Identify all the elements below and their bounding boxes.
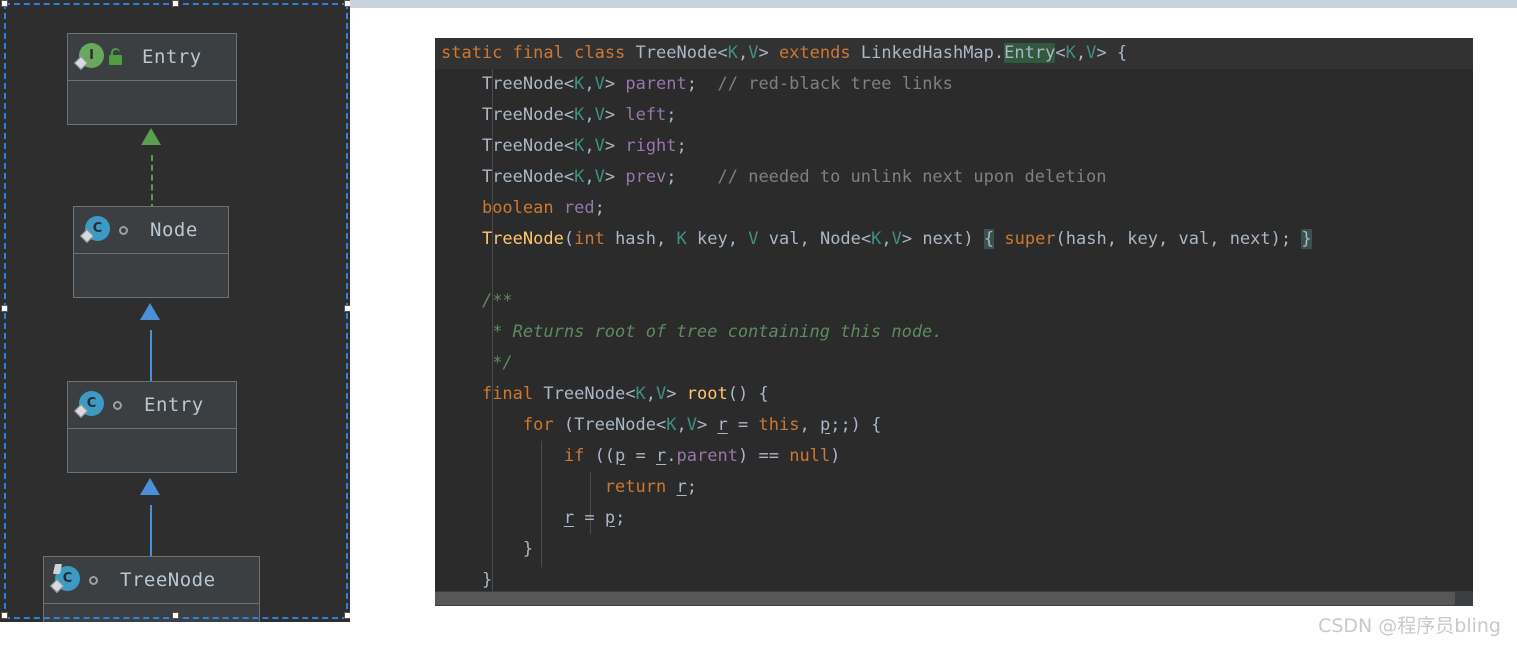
selection-handle-middle-left[interactable] <box>1 305 8 312</box>
code-line[interactable]: /** <box>435 286 1473 317</box>
interface-icon: I <box>73 43 104 71</box>
uml-class-box-entry-interface[interactable]: I Entry <box>67 33 237 125</box>
relation-entry-extends-node-arrowhead <box>140 303 160 320</box>
relation-node-implements-entry-arrowhead <box>141 128 161 145</box>
code-line[interactable]: boolean red; <box>435 193 1473 224</box>
editor-horizontal-scrollbar-thumb[interactable] <box>435 592 1455 605</box>
selection-handle-middle-right[interactable] <box>344 305 350 312</box>
code-line[interactable]: TreeNode<K,V> left; <box>435 100 1473 131</box>
uml-class-name: Node <box>150 219 198 241</box>
lock-icon <box>108 48 124 66</box>
uml-class-header: C TreeNode <box>44 557 259 604</box>
code-line[interactable]: for (TreeNode<K,V> r = this, p;;) { <box>435 410 1473 441</box>
selection-handle-bottom-center[interactable] <box>172 612 179 619</box>
code-line[interactable]: * Returns root of tree containing this n… <box>435 317 1473 348</box>
circle-icon <box>110 397 126 413</box>
code-editor-panel[interactable]: static final class TreeNode<K,V> extends… <box>435 38 1473 606</box>
class-icon: C <box>79 216 110 244</box>
class-icon: C <box>49 564 80 594</box>
relation-treenode-extends-entry-line <box>150 505 152 560</box>
relation-treenode-extends-entry-arrowhead <box>140 478 160 495</box>
uml-diagram-panel[interactable]: I Entry C Node C Entry C TreeNode <box>0 0 350 622</box>
relation-node-implements-entry-line <box>151 155 153 210</box>
selection-handle-top-right[interactable] <box>344 0 350 7</box>
uml-class-box-treenode[interactable]: C TreeNode <box>43 556 260 622</box>
uml-class-name: TreeNode <box>120 569 216 591</box>
selection-handle-bottom-left[interactable] <box>1 612 8 619</box>
code-line[interactable]: */ <box>435 348 1473 379</box>
circle-icon <box>86 572 102 588</box>
uml-class-members <box>68 81 236 121</box>
uml-class-members <box>44 604 259 622</box>
uml-class-members <box>74 254 228 294</box>
code-content[interactable]: static final class TreeNode<K,V> extends… <box>435 38 1473 599</box>
circle-icon <box>116 222 132 238</box>
selection-handle-top-center[interactable] <box>172 0 179 7</box>
uml-class-members <box>68 429 236 469</box>
uml-class-box-node[interactable]: C Node <box>73 206 229 298</box>
uml-class-header: C Node <box>74 207 228 254</box>
code-line[interactable]: TreeNode<K,V> right; <box>435 131 1473 162</box>
csdn-watermark: CSDN @程序员bling <box>1318 615 1501 637</box>
code-line[interactable]: } <box>435 534 1473 565</box>
class-icon: C <box>73 391 104 419</box>
code-line[interactable]: if ((p = r.parent) == null) <box>435 441 1473 472</box>
code-line[interactable]: r = p; <box>435 503 1473 534</box>
uml-class-name: Entry <box>144 394 204 416</box>
uml-class-name: Entry <box>142 46 202 68</box>
code-line[interactable]: return r; <box>435 472 1473 503</box>
code-line[interactable]: final TreeNode<K,V> root() { <box>435 379 1473 410</box>
relation-entry-extends-node-line <box>150 330 152 385</box>
code-line[interactable]: TreeNode<K,V> parent; // red-black tree … <box>435 69 1473 100</box>
selection-handle-top-left[interactable] <box>1 0 8 7</box>
uml-class-header: C Entry <box>68 382 236 429</box>
uml-class-box-entry-class[interactable]: C Entry <box>67 381 237 473</box>
uml-canvas[interactable]: I Entry C Node C Entry C TreeNode <box>0 0 350 622</box>
uml-class-header: I Entry <box>68 34 236 81</box>
code-line[interactable]: TreeNode(int hash, K key, V val, Node<K,… <box>435 224 1473 255</box>
code-line[interactable] <box>435 255 1473 286</box>
selection-handle-bottom-right[interactable] <box>344 612 350 619</box>
editor-horizontal-scrollbar[interactable] <box>435 591 1473 606</box>
code-line[interactable]: static final class TreeNode<K,V> extends… <box>435 38 1473 69</box>
code-line[interactable]: TreeNode<K,V> prev; // needed to unlink … <box>435 162 1473 193</box>
